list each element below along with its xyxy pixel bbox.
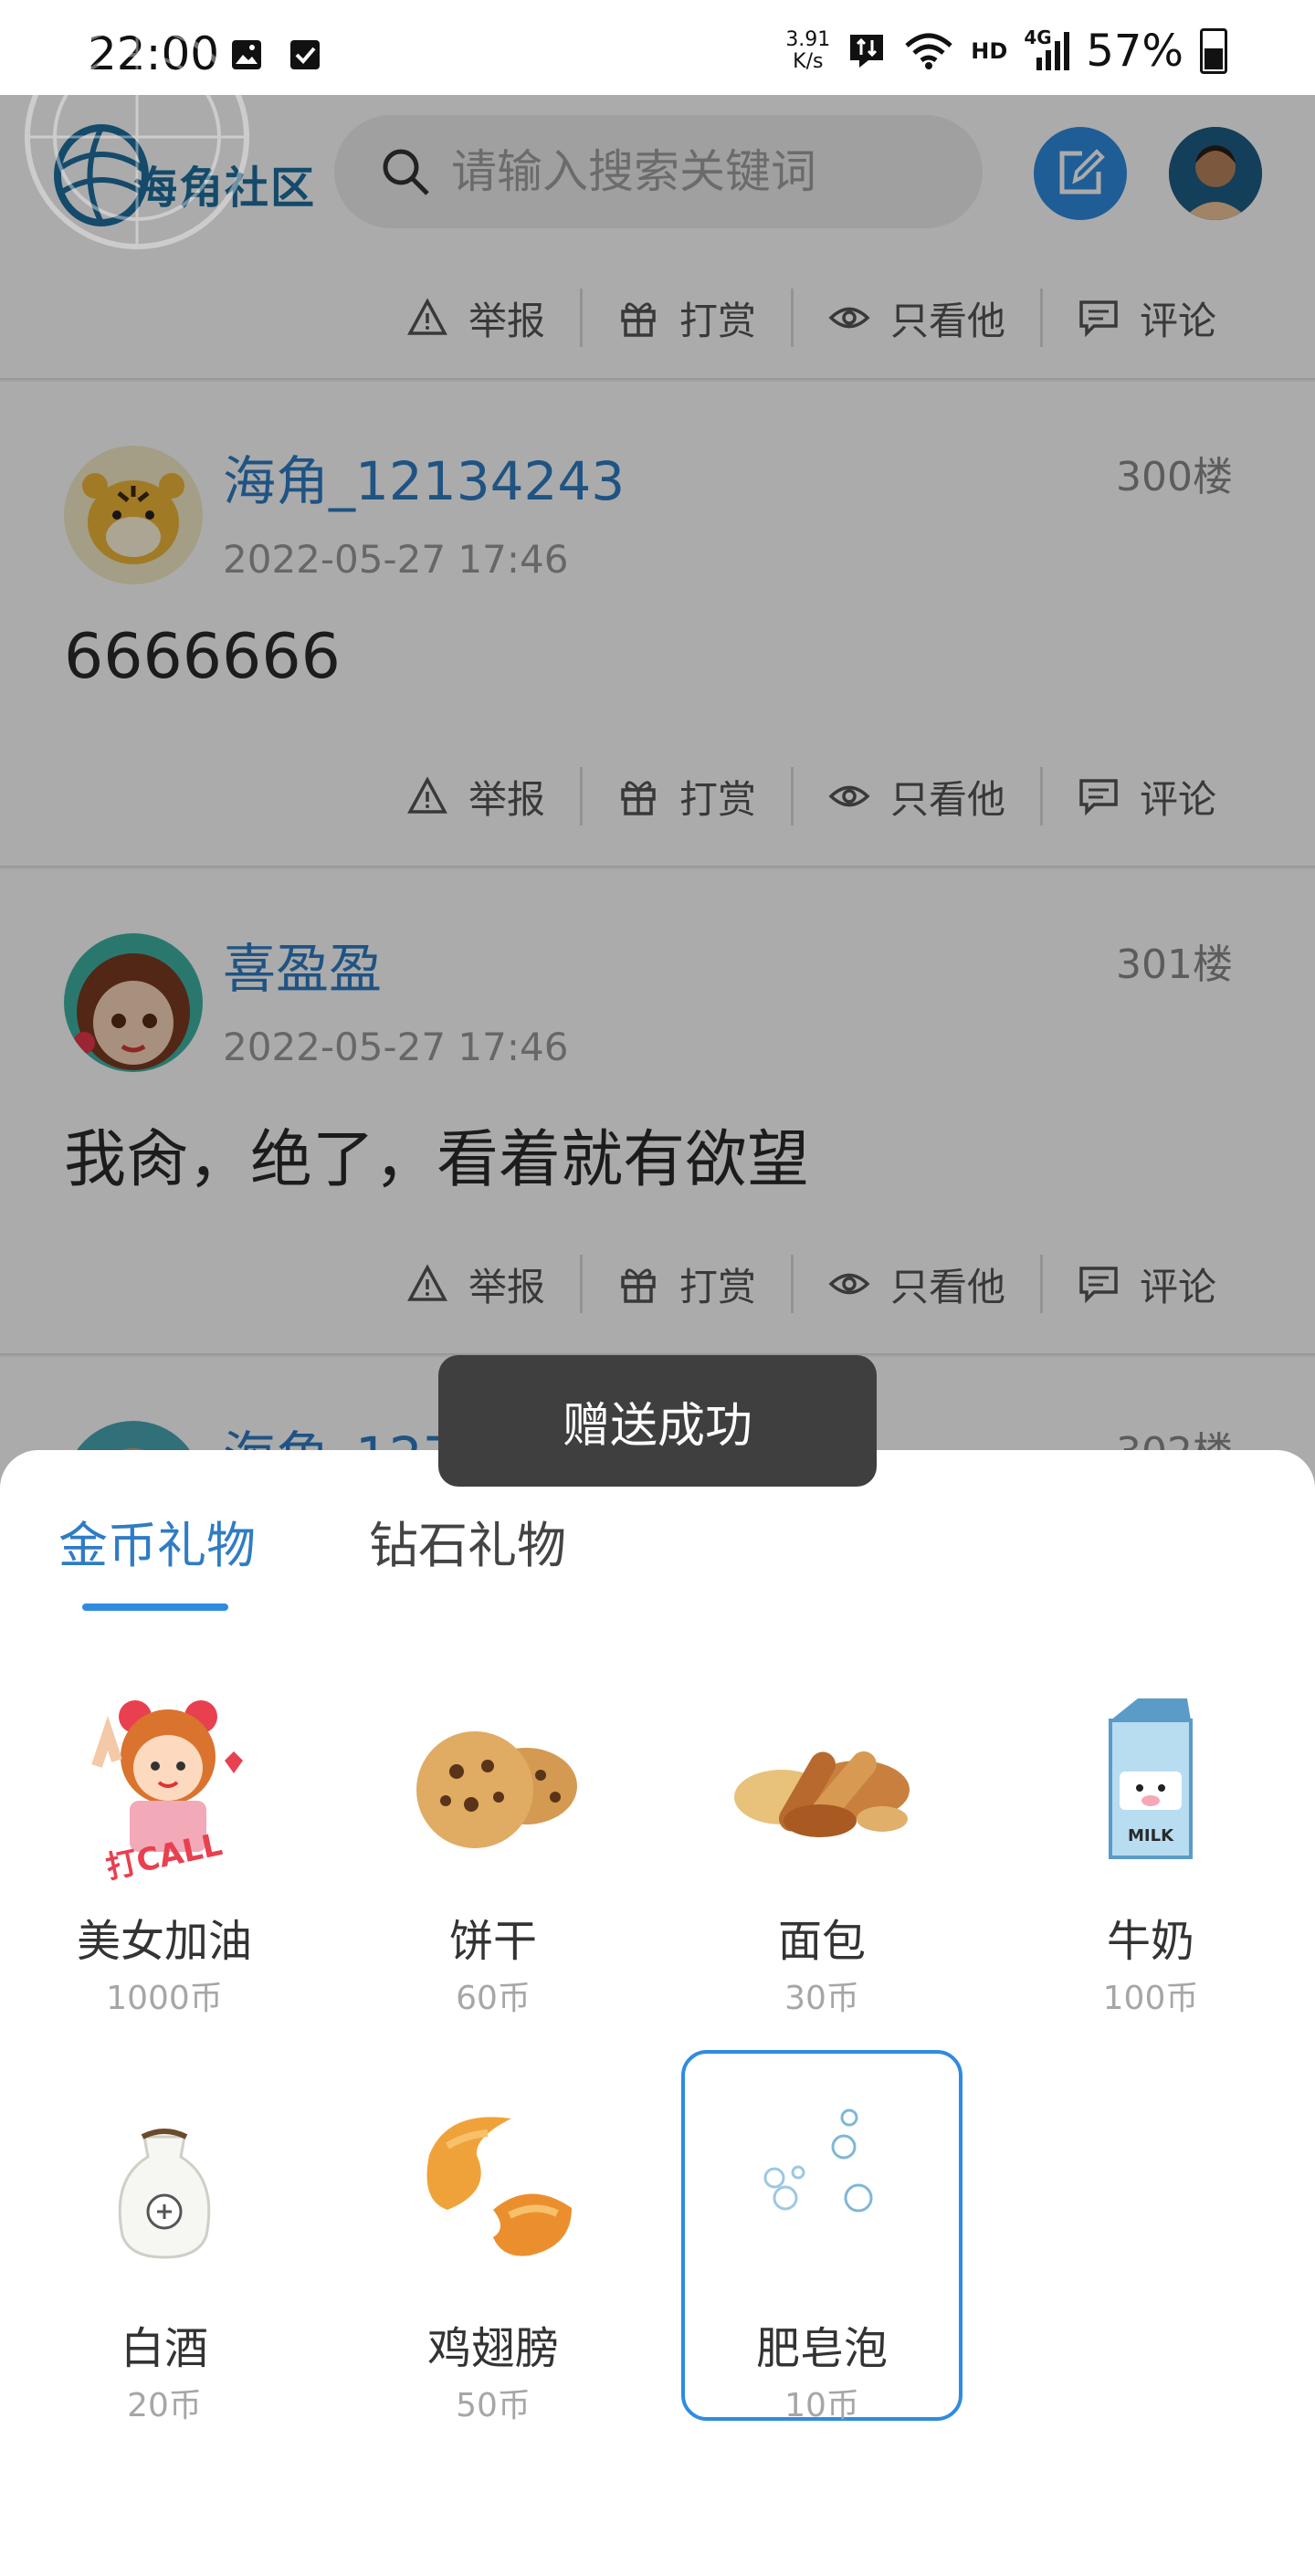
toast-message: 赠送成功 [438,1355,877,1487]
watermark-logo [25,25,249,249]
gift-price: 50币 [456,2387,531,2424]
gift-price: 20币 [127,2387,202,2424]
tab-gold-gifts[interactable]: 金币礼物 [58,1505,256,1577]
net-speed: 3.91 K/s [785,29,830,73]
gift-sheet: 金币礼物 钻石礼物 打CALL 美女加油 1000币 饼干 60币 面包 30币… [0,1450,1315,2576]
active-tab-indicator [82,1603,228,1611]
gift-name: 牛奶 [1106,1916,1194,1967]
tab-diamond-gifts[interactable]: 钻石礼物 [369,1505,566,1577]
gift-item-selected[interactable]: 肥皂泡 10币 [681,2050,963,2424]
milk-carton-icon: MILK [1109,1698,1193,1859]
sticker-text: MILK [1128,1826,1174,1845]
net-speed-unit: K/s [793,50,824,73]
gift-price: 30币 [784,1980,859,2017]
wifi-icon [905,33,952,69]
page: 22:00 3.91 K/s HD 4G 57% 海角社区 请输入搜索关键词 举… [0,0,1315,2576]
signal-label: 4G [1024,26,1052,48]
gift-name: 白酒 [120,2323,208,2374]
net-speed-value: 3.91 [785,28,831,51]
liquor-bottle-icon [118,2129,211,2259]
status-right: 3.91 K/s HD 4G 57% [785,26,1227,77]
gift-item[interactable]: 打CALL 美女加油 1000币 [27,1658,301,2024]
gift-price: 10币 [784,2387,859,2424]
gift-item[interactable]: 面包 30币 [685,1658,959,2024]
hd-label: HD [971,38,1008,64]
bread-icon [734,1751,910,1837]
soap-bubble-icon [763,2108,873,2213]
data-transfer-icon [850,35,884,68]
gift-name: 饼干 [448,1916,537,1967]
cookie-icon [416,1731,577,1848]
battery-percent: 57% [1086,26,1184,77]
gift-item[interactable]: 白酒 20币 [27,2066,301,2431]
gift-item[interactable]: 鸡翅膀 50币 [356,2066,630,2431]
cheer-girl-sticker: 打CALL [91,1700,243,1885]
chicken-wing-icon [426,2117,572,2256]
gift-item[interactable]: 饼干 60币 [356,1658,630,2024]
gift-name: 面包 [777,1916,866,1967]
battery-icon [1200,28,1227,74]
gift-price: 60币 [456,1980,531,2017]
check-notification-icon [290,40,320,69]
gift-name: 肥皂泡 [755,2323,888,2374]
gift-name: 美女加油 [76,1916,252,1967]
gift-item[interactable]: MILK 牛奶 100币 [1014,1658,1288,2024]
gift-price: 100币 [1102,1980,1199,2017]
signal-icon: 4G [1024,26,1070,72]
gift-price: 1000币 [106,1980,223,2017]
gift-name: 鸡翅膀 [426,2323,559,2374]
